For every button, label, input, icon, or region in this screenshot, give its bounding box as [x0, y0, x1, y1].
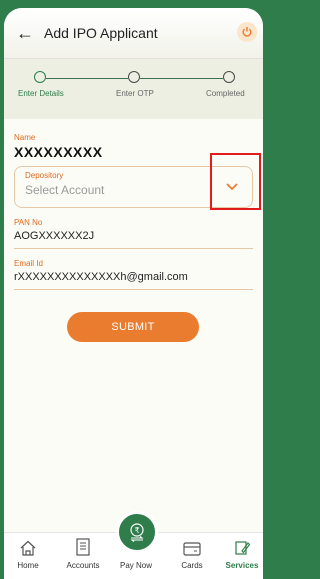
- step-1-label: Enter Details: [18, 89, 64, 98]
- step-3-dot: [223, 71, 235, 83]
- accounts-icon: [63, 533, 103, 557]
- nav-accounts-label: Accounts: [66, 561, 100, 570]
- nav-services-label: Services: [225, 561, 259, 570]
- app-header: ← Add IPO Applicant: [4, 8, 263, 59]
- nav-accounts[interactable]: Accounts: [63, 533, 103, 570]
- progress-stepper: Enter Details Enter OTP Completed: [4, 59, 263, 119]
- step-connector: [46, 78, 128, 79]
- depository-select[interactable]: Depository Select Account: [14, 166, 253, 208]
- app-screen: ← Add IPO Applicant Enter Details Enter …: [4, 8, 263, 578]
- pan-field[interactable]: PAN No AOGXXXXXX2J: [14, 218, 253, 249]
- pan-value: AOGXXXXXX2J: [14, 230, 95, 242]
- email-field[interactable]: Email Id rXXXXXXXXXXXXXXh@gmail.com: [14, 259, 253, 290]
- page-title: Add IPO Applicant: [44, 25, 158, 41]
- rupee-transfer-icon[interactable]: ₹: [116, 511, 158, 553]
- nav-cards-label: Cards: [181, 561, 203, 570]
- step-3-label: Completed: [206, 89, 245, 98]
- step-2-dot: [128, 71, 140, 83]
- nav-cards[interactable]: Cards: [172, 533, 212, 570]
- email-label: Email Id: [14, 259, 43, 268]
- card-icon: [172, 533, 212, 557]
- applicant-form: Name XXXXXXXXX Depository Select Account…: [4, 133, 263, 290]
- services-icon: [222, 533, 262, 557]
- email-value: rXXXXXXXXXXXXXXh@gmail.com: [14, 271, 188, 283]
- nav-home[interactable]: Home: [8, 533, 48, 570]
- svg-text:₹: ₹: [134, 526, 139, 535]
- name-value: XXXXXXXXX: [14, 144, 103, 160]
- step-2-label: Enter OTP: [116, 89, 154, 98]
- nav-paynow-label: Pay Now: [119, 561, 152, 570]
- depository-placeholder: Select Account: [25, 183, 105, 197]
- step-1-dot: [34, 71, 46, 83]
- nav-services[interactable]: Services: [222, 533, 262, 570]
- name-field: Name XXXXXXXXX: [14, 133, 253, 160]
- depository-label: Depository: [25, 171, 64, 180]
- chevron-down-icon[interactable]: [222, 177, 242, 197]
- submit-button[interactable]: SUBMIT: [67, 312, 199, 342]
- power-icon[interactable]: [237, 22, 257, 42]
- nav-home-label: Home: [17, 561, 39, 570]
- home-icon: [8, 533, 48, 557]
- step-connector: [140, 78, 223, 79]
- back-arrow-icon[interactable]: ←: [16, 24, 34, 42]
- name-label: Name: [14, 133, 36, 142]
- pan-label: PAN No: [14, 218, 43, 227]
